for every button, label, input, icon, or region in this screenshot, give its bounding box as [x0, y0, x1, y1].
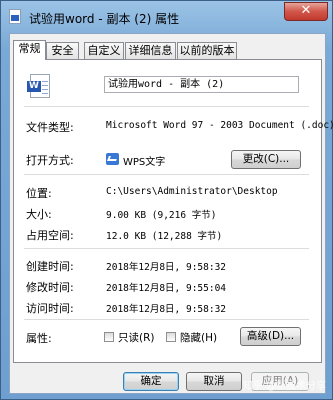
ok-button[interactable]: 确定 — [123, 372, 179, 391]
window-title: 试验用word - 副本 (2) 属性 — [29, 12, 180, 26]
close-button[interactable]: ✕ — [284, 2, 328, 21]
wps-app-icon — [106, 153, 119, 165]
watermark: 知乎 @新技术分享 — [242, 381, 326, 392]
document-icon — [9, 9, 21, 24]
tab-previous-versions[interactable]: 以前的版本 — [177, 42, 237, 59]
divider — [24, 319, 309, 320]
size-on-disk-value: 12.0 KB (12,288 字节) — [106, 231, 223, 242]
dialog-client-area: 常规 安全 自定义 详细信息 以前的版本 W 试验用word - 副本 (2) … — [9, 33, 333, 394]
divider — [24, 174, 309, 175]
size-on-disk-label: 占用空间: — [26, 229, 74, 242]
tab-security[interactable]: 安全 — [46, 42, 79, 59]
properties-window: 试验用word - 副本 (2) 属性 ✕ 常规 安全 自定义 详细信息 以前的… — [0, 0, 333, 400]
attributes-label: 属性: — [26, 332, 52, 345]
readonly-checkbox[interactable] — [104, 332, 114, 342]
created-value: 2018年12月8日, 9:58:32 — [106, 262, 227, 273]
tab-general[interactable]: 常规 — [13, 40, 46, 60]
title-bar[interactable]: 试验用word - 副本 (2) 属性 ✕ — [1, 1, 332, 33]
size-value: 9.00 KB (9,216 字节) — [106, 210, 217, 221]
size-label: 大小: — [26, 208, 52, 221]
general-tab-panel: W 试验用word - 副本 (2) 文件类型: Microsoft Word … — [13, 59, 333, 363]
open-with-label: 打开方式: — [26, 154, 74, 167]
word-document-icon: W — [27, 74, 50, 98]
modified-label: 修改时间: — [26, 281, 74, 294]
modified-value: 2018年12月8日, 9:55:04 — [106, 283, 227, 294]
divider — [24, 248, 309, 249]
divider — [24, 106, 309, 107]
accessed-label: 访问时间: — [26, 302, 74, 315]
advanced-button[interactable]: 高级(D)... — [240, 327, 301, 346]
hidden-label[interactable]: 隐藏(H) — [180, 330, 217, 345]
file-name-input[interactable]: 试验用word - 副本 (2) — [104, 76, 299, 93]
tab-custom[interactable]: 自定义 — [84, 42, 124, 59]
accessed-value: 2018年12月8日, 9:58:32 — [106, 304, 227, 315]
readonly-label[interactable]: 只读(R) — [118, 330, 155, 345]
location-label: 位置: — [26, 187, 52, 200]
hidden-checkbox[interactable] — [166, 332, 176, 342]
cancel-button[interactable]: 取消 — [186, 372, 242, 391]
open-with-app: WPS文字 — [123, 157, 166, 168]
file-type-value: Microsoft Word 97 - 2003 Document (.doc) — [106, 120, 333, 131]
created-label: 创建时间: — [26, 260, 74, 273]
location-value: C:\Users\Administrator\Desktop — [106, 186, 278, 197]
change-button[interactable]: 更改(C)... — [231, 150, 301, 169]
file-type-label: 文件类型: — [26, 121, 74, 134]
tab-details[interactable]: 详细信息 — [125, 42, 176, 59]
